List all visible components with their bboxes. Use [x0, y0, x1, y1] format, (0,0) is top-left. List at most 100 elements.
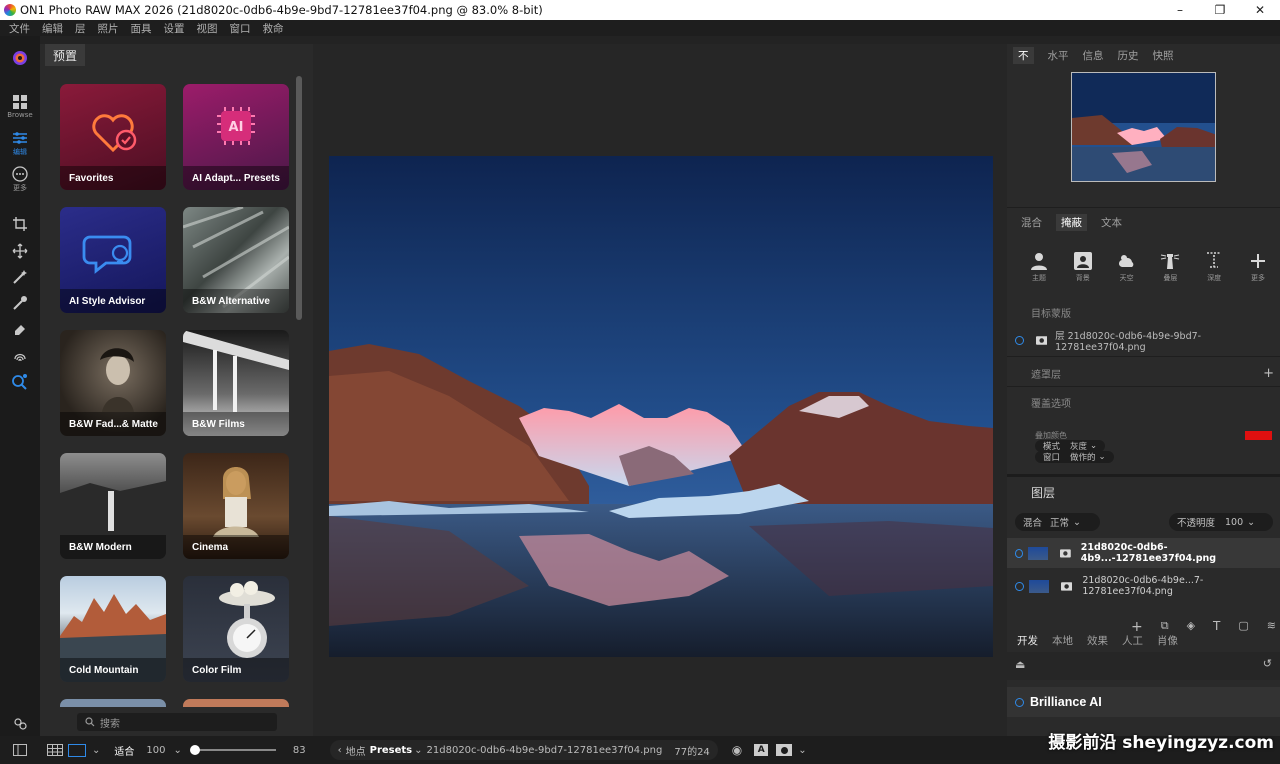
preset-card-bw-films[interactable]: B&W Films [183, 330, 289, 436]
preset-card-partial[interactable] [183, 699, 289, 707]
layer-visibility-toggle[interactable] [1015, 548, 1024, 558]
layer-row[interactable]: 21d8020c-0db6-4b9e...7-12781ee37f04.png [1007, 571, 1280, 601]
brush-tool[interactable] [0, 269, 40, 285]
duplicate-layer-icon[interactable]: ⧉ [1161, 619, 1169, 635]
community-button[interactable] [0, 716, 40, 732]
panel-toggle-icon[interactable] [13, 744, 27, 756]
single-view-icon[interactable] [68, 743, 86, 757]
zoom-slider[interactable] [189, 745, 276, 755]
target-layer-row[interactable]: 层 21d8020c-0db6-4b9e-9bd7-12781ee37f04.p… [1007, 331, 1280, 353]
crop-tool[interactable] [0, 216, 40, 232]
grid-view-icon[interactable] [47, 744, 63, 756]
preset-card-bw-faded-matte[interactable]: B&W Fad...& Matte [60, 330, 166, 436]
move-tool[interactable] [0, 243, 40, 259]
mask-view-icon[interactable] [776, 744, 793, 756]
mask-depth-button[interactable]: 深度 [1196, 251, 1232, 283]
menu-settings[interactable]: 设置 [164, 21, 185, 36]
menu-window[interactable]: 窗口 [230, 21, 251, 36]
menu-edit[interactable]: 编辑 [42, 21, 63, 36]
preview-eye-icon[interactable]: ◉ [732, 743, 742, 757]
layer-row[interactable]: 21d8020c-0db6-4b9...-12781ee37f04.png [1007, 538, 1280, 568]
tab-snapshots[interactable]: 快照 [1153, 48, 1174, 63]
chevron-down-icon: ⌄ [1247, 516, 1256, 528]
minimize-button[interactable]: – [1160, 0, 1200, 20]
browse-button[interactable]: Browse [0, 94, 40, 119]
zoom-chevron-icon[interactable]: ⌄ [173, 745, 181, 756]
file-location-bar[interactable]: ‹ 地点 Presets ⌄ 21d8020c-0db6-4b9e-9bd7-1… [329, 740, 718, 760]
mask-sky-button[interactable]: 天空 [1109, 251, 1145, 283]
fit-label[interactable]: 适合 [114, 743, 134, 758]
eraser-tool[interactable] [0, 321, 40, 337]
preset-card-cinema[interactable]: Cinema [183, 453, 289, 559]
text-layer-icon[interactable]: T [1213, 619, 1220, 635]
presets-scrollbar[interactable] [296, 76, 302, 320]
image-canvas[interactable] [313, 44, 1007, 736]
auto-icon[interactable]: A [754, 744, 769, 756]
menu-view[interactable]: 视图 [197, 21, 218, 36]
app-home-button[interactable] [0, 50, 40, 66]
brilliance-ai-section[interactable]: Brilliance AI [1007, 687, 1280, 717]
fill-layer-icon[interactable]: ◈ [1187, 619, 1195, 635]
menu-help[interactable]: 救命 [263, 21, 284, 36]
tab-develop[interactable]: 开发 [1017, 634, 1038, 647]
tab-history[interactable]: 历史 [1118, 48, 1139, 63]
preset-card-partial[interactable] [60, 699, 166, 707]
tab-levels[interactable]: 水平 [1048, 48, 1069, 63]
menu-photo[interactable]: 照片 [98, 21, 119, 36]
mask-brush-tool[interactable] [0, 295, 40, 311]
export-icon[interactable]: ⏏ [1015, 658, 1025, 671]
chevron-down-icon[interactable]: ⌄ [414, 745, 422, 756]
preset-card-bw-alternative[interactable]: B&W Alternative [183, 207, 289, 313]
tab-navigator[interactable]: 不 [1013, 46, 1034, 64]
view-chevron-icon[interactable]: ⌄ [92, 745, 100, 756]
menu-layer[interactable]: 层 [75, 21, 86, 36]
layers-stack-icon[interactable]: ≋ [1267, 619, 1276, 635]
main-photo[interactable] [329, 156, 993, 657]
menu-mask[interactable]: 面具 [131, 21, 152, 36]
add-layer-icon[interactable]: + [1131, 619, 1143, 635]
close-button[interactable]: ✕ [1240, 0, 1280, 20]
add-mask-layer-button[interactable]: + [1263, 366, 1274, 381]
mask-overlay-button[interactable]: 叠层 [1152, 251, 1188, 283]
menu-file[interactable]: 文件 [9, 21, 30, 36]
view-mode-chevron-icon[interactable]: ⌄ [798, 745, 806, 756]
layer-visibility-toggle[interactable] [1015, 581, 1024, 591]
preset-card-cold-mountain[interactable]: Cold Mountain [60, 576, 166, 682]
mask-background-button[interactable]: 背景 [1065, 251, 1101, 283]
window-dropdown[interactable]: 窗口 做作的 ⌄ [1035, 451, 1114, 463]
opacity-dropdown[interactable]: 不透明度 100 ⌄ [1169, 513, 1273, 531]
more-button[interactable]: 更多 [0, 166, 40, 193]
chevron-left-icon[interactable]: ‹ [338, 745, 342, 756]
maximize-button[interactable]: ❐ [1200, 0, 1240, 20]
preset-card-color-film[interactable]: Color Film [183, 576, 289, 682]
brilliance-toggle[interactable] [1015, 697, 1024, 707]
tab-info[interactable]: 信息 [1083, 48, 1104, 63]
mask-more-button[interactable]: 更多 [1240, 251, 1276, 283]
tab-masking[interactable]: 掩蔽 [1056, 213, 1087, 231]
preset-card-bw-modern[interactable]: B&W Modern [60, 453, 166, 559]
tab-portrait[interactable]: 肖像 [1157, 634, 1178, 647]
portrait-frame-icon [1073, 252, 1092, 270]
preset-search-input[interactable]: 搜索 [77, 713, 277, 731]
tab-text[interactable]: 文本 [1101, 215, 1122, 230]
zoom-tool[interactable] [0, 373, 40, 391]
blend-mode-dropdown[interactable]: 混合 正常 ⌄ [1015, 513, 1100, 531]
preset-card-ai-style-advisor[interactable]: AI Style Advisor [60, 207, 166, 313]
reset-icon[interactable]: ↺ [1263, 657, 1272, 670]
tab-blend[interactable]: 混合 [1021, 215, 1042, 230]
zoom-slider-thumb[interactable] [189, 745, 200, 755]
navigator-thumbnail[interactable] [1071, 72, 1216, 182]
tab-effects[interactable]: 效果 [1087, 634, 1108, 647]
tab-local[interactable]: 本地 [1052, 634, 1073, 647]
zoom-value[interactable]: 100 [146, 745, 165, 756]
edit-button[interactable]: 编辑 [0, 130, 40, 157]
preset-card-favorites[interactable]: Favorites [60, 84, 166, 190]
presets-tab[interactable]: 预置 [45, 44, 86, 66]
tab-ai[interactable]: 人工 [1122, 634, 1143, 647]
mask-subject-button[interactable]: 主题 [1021, 251, 1057, 283]
target-radio[interactable] [1015, 335, 1024, 345]
delete-layer-icon[interactable]: ▢ [1238, 619, 1248, 635]
retouch-tool[interactable] [0, 347, 40, 363]
preset-card-ai-adaptive[interactable]: AI AI Adapt... Presets [183, 84, 289, 190]
overlay-color-swatch[interactable] [1245, 431, 1272, 440]
